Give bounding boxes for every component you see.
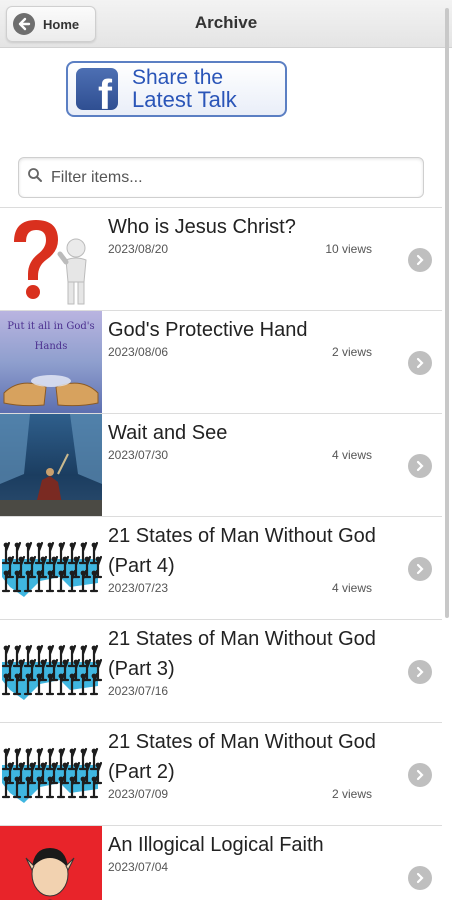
chevron-right-icon[interactable] <box>408 763 432 787</box>
chevron-right-icon[interactable] <box>408 660 432 684</box>
scrollbar[interactable] <box>445 8 449 618</box>
filter-input[interactable] <box>51 168 411 187</box>
item-title: God's Protective Hand <box>108 319 308 341</box>
share-line-1: Share the <box>132 66 224 89</box>
item-views: 2 views <box>331 787 372 801</box>
item-date: 2023/07/09 <box>108 787 169 801</box>
parting-sea-thumbnail <box>0 414 102 516</box>
item-date: 2023/07/16 <box>108 684 169 698</box>
crowd-thumbnail <box>0 517 102 619</box>
item-views: 2 views <box>331 345 372 359</box>
chevron-right-icon[interactable] <box>408 351 432 375</box>
chevron-right-icon[interactable] <box>408 248 432 272</box>
chevron-right-icon[interactable] <box>408 557 432 581</box>
item-title: An Illogical Logical Faith <box>108 834 324 856</box>
list-item[interactable]: Put it all in God's Hands God's Protecti… <box>0 310 442 413</box>
list-item[interactable]: An Illogical Logical Faith 2023/07/04 <box>0 825 442 900</box>
item-title: Wait and See <box>108 422 228 444</box>
facebook-logo-icon: f <box>76 68 118 110</box>
list-item[interactable]: 21 States of Man Without God (Part 4) 20… <box>0 516 442 619</box>
item-views: 10 views <box>325 242 372 256</box>
crowd-thumbnail <box>0 620 102 722</box>
facebook-share-button[interactable]: f Share the Latest Talk <box>66 61 287 117</box>
question-mark-thumbnail <box>0 208 102 310</box>
hands-thumbnail: Put it all in God's Hands <box>0 311 102 413</box>
chevron-right-icon[interactable] <box>408 454 432 478</box>
item-views: 4 views <box>331 581 372 595</box>
item-title: 21 States of Man Without God (Part 2) <box>108 731 376 783</box>
chevron-right-icon[interactable] <box>408 866 432 890</box>
archive-list: Who is Jesus Christ? 2023/08/20 10 views… <box>0 207 442 900</box>
item-date: 2023/07/23 <box>108 581 169 595</box>
filter-field[interactable] <box>18 157 424 198</box>
share-line-2: Latest Talk <box>132 87 237 112</box>
spock-cartoon-thumbnail <box>0 826 102 900</box>
crowd-thumbnail <box>0 723 102 825</box>
item-date: 2023/07/30 <box>108 448 169 462</box>
item-date: 2023/08/20 <box>108 242 169 256</box>
list-item[interactable]: 21 States of Man Without God (Part 3) 20… <box>0 619 442 722</box>
header-bar: Home Archive <box>0 0 452 48</box>
item-date: 2023/07/04 <box>108 860 169 874</box>
item-title: 21 States of Man Without God (Part 3) <box>108 628 376 680</box>
item-title: Who is Jesus Christ? <box>108 216 296 238</box>
search-icon <box>27 167 43 188</box>
list-item[interactable]: 21 States of Man Without God (Part 2) 20… <box>0 722 442 825</box>
page-title: Archive <box>194 13 258 32</box>
item-date: 2023/08/06 <box>108 345 169 359</box>
item-views: 4 views <box>331 448 372 462</box>
list-item[interactable]: Wait and See 2023/07/30 4 views <box>0 413 442 516</box>
item-title: 21 States of Man Without God (Part 4) <box>108 525 376 577</box>
list-item[interactable]: Who is Jesus Christ? 2023/08/20 10 views <box>0 207 442 310</box>
